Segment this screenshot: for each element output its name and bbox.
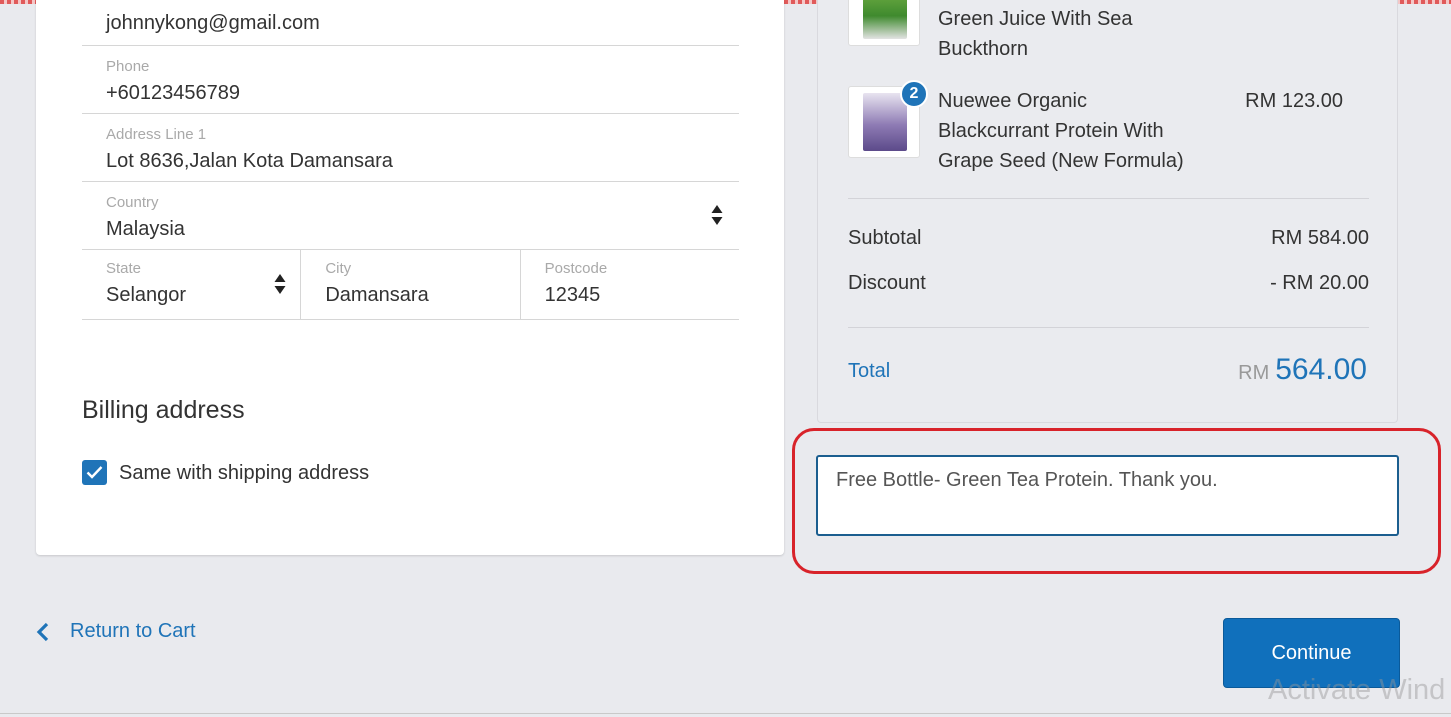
state-label: State [106,260,142,277]
total-label: Total [848,360,891,382]
billing-address-heading: Billing address [82,396,245,424]
phone-field[interactable]: Phone +60123456789 [82,46,739,114]
total-currency: RM [1238,362,1270,384]
postcode-field[interactable]: Postcode 12345 [521,250,739,319]
sort-arrows-icon [274,274,286,294]
state-value: Selangor [106,284,187,306]
country-label: Country [106,194,159,211]
order-summary-card: Green Juice With Sea Buckthorn 2 Nuewee … [817,0,1398,423]
country-value: Malaysia [106,218,185,240]
city-label: City [325,260,352,277]
same-address-checkbox[interactable] [82,460,107,485]
divider [848,327,1369,328]
product-name: Green Juice With Sea Buckthorn [938,8,1133,60]
city-field[interactable]: City Damansara [301,250,521,319]
product-thumbnail [848,0,920,46]
activate-windows-watermark: Activate Wind [1268,674,1446,706]
subtotal-row: Subtotal RM 584.00 [848,227,1369,250]
divider [848,198,1369,199]
discount-value: - RM 20.00 [1270,272,1369,294]
bottom-border [0,713,1451,714]
state-select[interactable]: State Selangor [82,250,302,319]
product-name: Nuewee Organic Blackcurrant Protein With… [938,90,1184,172]
order-items-list[interactable]: Green Juice With Sea Buckthorn 2 Nuewee … [848,0,1369,178]
total-value: 564.00 [1275,353,1367,386]
shipping-form-card: johnnykong@gmail.com Phone +60123456789 … [36,0,784,555]
address-line1-field[interactable]: Address Line 1 Lot 8636,Jalan Kota Daman… [82,114,739,182]
phone-value: +60123456789 [106,82,241,104]
email-value: johnnykong@gmail.com [106,12,320,34]
discount-label: Discount [848,272,926,294]
city-value: Damansara [325,284,429,306]
sort-arrows-icon [711,205,723,225]
address-label: Address Line 1 [106,126,207,143]
same-address-label[interactable]: Same with shipping address [119,462,369,485]
address-value: Lot 8636,Jalan Kota Damansara [106,150,393,172]
country-select[interactable]: Country Malaysia [82,182,739,250]
return-to-cart-link[interactable]: Return to Cart [36,620,196,643]
product-price: RM 123.00 [1245,90,1343,112]
state-city-postcode-row: State Selangor City Damansara Postcode 1… [82,250,739,320]
discount-row: Discount - RM 20.00 [848,272,1369,295]
quantity-badge: 2 [900,80,928,108]
postcode-label: Postcode [544,260,608,277]
order-note-textarea[interactable]: Free Bottle- Green Tea Protein. Thank yo… [816,455,1399,536]
shipping-fields: johnnykong@gmail.com Phone +60123456789 … [82,0,739,320]
checkmark-icon [86,466,103,479]
return-to-cart-label: Return to Cart [70,620,196,642]
subtotal-label: Subtotal [848,227,922,249]
postcode-value: 12345 [544,284,601,306]
total-amount: RM 564.00 [1238,353,1367,387]
phone-label: Phone [106,58,150,75]
chevron-left-icon [36,622,49,641]
email-field[interactable]: johnnykong@gmail.com [82,0,739,46]
subtotal-value: RM 584.00 [1271,227,1369,249]
